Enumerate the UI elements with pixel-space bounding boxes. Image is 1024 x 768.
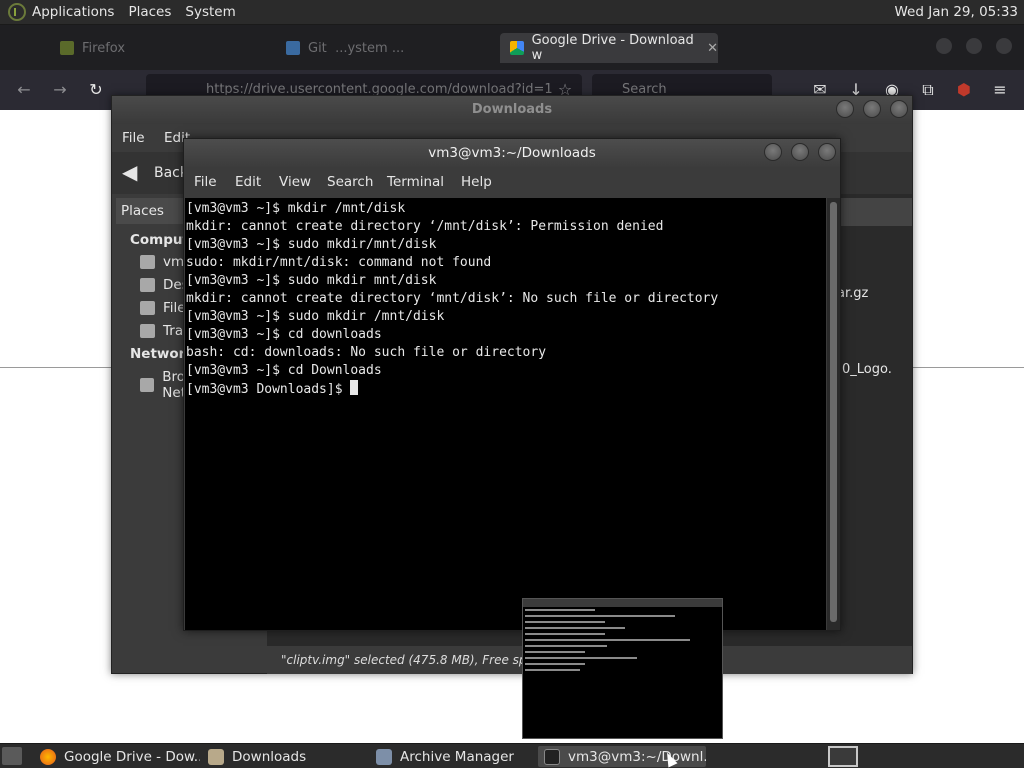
top-panel: Applications Places System Wed Jan 29, 0… xyxy=(0,0,1024,25)
preview-menubar xyxy=(523,599,722,607)
back-button[interactable]: ◀ Back xyxy=(122,162,188,184)
scrollbar[interactable] xyxy=(827,198,840,630)
drive-icon xyxy=(140,301,155,315)
menu-file[interactable]: File xyxy=(122,130,145,146)
preview-line xyxy=(525,639,690,641)
taskbar-item-archive-manager[interactable]: Archive Manager xyxy=(370,746,536,767)
system-menu[interactable]: System xyxy=(185,4,235,20)
file-item-label[interactable]: 0_Logo. xyxy=(842,362,892,377)
preview-line xyxy=(525,633,605,635)
preview-line xyxy=(525,627,625,629)
ublock-icon[interactable]: ⬢ xyxy=(954,80,974,100)
terminal-line: [vm3@vm3 ~]$ cd Downloads xyxy=(186,363,382,378)
tab-label: Firefox xyxy=(82,40,126,56)
preview-line xyxy=(525,657,637,659)
hamburger-menu-icon[interactable]: ≡ xyxy=(990,80,1010,100)
menu-edit[interactable]: Edit xyxy=(235,174,261,190)
terminal-line: [vm3@vm3 ~]$ mkdir /mnt/disk xyxy=(186,201,406,216)
preview-line xyxy=(525,609,595,611)
taskbar-item-terminal[interactable]: vm3@vm3:~/Downl... xyxy=(538,746,706,767)
network-icon xyxy=(140,378,155,392)
terminal-window: vm3@vm3:~/Downloads File Edit View Searc… xyxy=(183,138,841,631)
minimize-icon[interactable] xyxy=(836,100,854,118)
window-title[interactable]: Downloads xyxy=(112,96,912,124)
drive-favicon-icon xyxy=(286,41,300,55)
taskbar-item-downloads[interactable]: Downloads xyxy=(202,746,368,767)
tab-favicon-icon xyxy=(60,41,74,55)
preview-line xyxy=(525,669,580,671)
forward-arrow-icon[interactable]: → xyxy=(50,80,70,100)
tab-label: ...ystem ... xyxy=(335,40,405,56)
close-tab-icon[interactable]: ✕ xyxy=(707,41,718,56)
trash-icon xyxy=(140,324,155,338)
google-drive-icon xyxy=(510,41,524,55)
menu-view[interactable]: View xyxy=(279,174,311,190)
terminal-output[interactable]: [vm3@vm3 ~]$ mkdir /mnt/disk mkdir: cann… xyxy=(185,198,826,630)
back-arrow-icon: ◀ xyxy=(122,160,138,184)
terminal-line: [vm3@vm3 ~]$ sudo mkdir /mnt/disk xyxy=(186,309,445,324)
terminal-line: [vm3@vm3 ~]$ sudo mkdir mnt/disk xyxy=(186,273,437,288)
close-icon[interactable] xyxy=(818,143,836,161)
desktop-icon xyxy=(140,278,155,292)
tab-firefox[interactable]: Firefox xyxy=(50,33,250,63)
taskbar-item-label: vm3@vm3:~/Downl... xyxy=(568,748,706,765)
close-window-icon[interactable] xyxy=(996,38,1012,54)
preview-line xyxy=(525,615,675,617)
firefox-tab-strip: Firefox Git ...ystem ... Google Drive - … xyxy=(0,25,1024,70)
terminal-line: [vm3@vm3 ~]$ cd downloads xyxy=(186,327,382,342)
preview-line xyxy=(525,663,585,665)
terminal-line: [vm3@vm3 ~]$ sudo mkdir/mnt/disk xyxy=(186,237,437,252)
file-item-label[interactable]: ar.gz xyxy=(837,286,868,301)
minimize-icon[interactable] xyxy=(936,38,952,54)
back-arrow-icon[interactable]: ← xyxy=(14,80,34,100)
places-menu[interactable]: Places xyxy=(128,4,171,20)
tab-git[interactable]: Git ...ystem ... xyxy=(276,33,486,63)
maximize-icon[interactable] xyxy=(791,143,809,161)
menu-help[interactable]: Help xyxy=(461,174,492,190)
terminal-line: sudo: mkdir/mnt/disk: command not found xyxy=(186,255,492,270)
applications-menu[interactable]: Applications xyxy=(32,4,114,20)
folder-icon xyxy=(208,748,224,765)
firefox-icon xyxy=(40,748,56,765)
taskbar-item-label: Google Drive - Dow... xyxy=(64,748,200,765)
maximize-icon[interactable] xyxy=(966,38,982,54)
archive-icon xyxy=(376,748,392,765)
terminal-prompt: [vm3@vm3 Downloads]$ xyxy=(186,382,351,397)
terminal-line: mkdir: cannot create directory ‘/mnt/dis… xyxy=(186,219,664,234)
tab-label: Git xyxy=(308,40,327,56)
menu-terminal[interactable]: Terminal xyxy=(387,174,444,190)
menu-bar: File Edit View Search Terminal Help xyxy=(184,167,840,197)
terminal-icon xyxy=(544,748,560,765)
distro-logo-icon[interactable] xyxy=(8,3,26,21)
taskbar: Google Drive - Dow... Downloads Archive … xyxy=(0,743,1024,768)
show-desktop-icon[interactable] xyxy=(2,747,22,765)
taskbar-item-label: Downloads xyxy=(232,748,307,765)
preview-line xyxy=(525,621,605,623)
tab-label: Google Drive - Download w xyxy=(531,33,694,63)
reload-icon[interactable]: ↻ xyxy=(86,80,106,100)
clock[interactable]: Wed Jan 29, 05:33 xyxy=(895,4,1019,20)
menu-search[interactable]: Search xyxy=(327,174,373,190)
preview-line xyxy=(525,651,585,653)
taskbar-item-firefox[interactable]: Google Drive - Dow... xyxy=(34,746,200,767)
maximize-icon[interactable] xyxy=(863,100,881,118)
text-cursor xyxy=(350,380,359,395)
taskbar-item-label: Archive Manager xyxy=(400,748,514,765)
tab-google-drive[interactable]: Google Drive - Download w ✕ xyxy=(500,33,718,63)
home-folder-icon xyxy=(140,255,155,269)
minimize-icon[interactable] xyxy=(764,143,782,161)
workspace-switcher[interactable] xyxy=(828,746,858,767)
scrollbar-thumb[interactable] xyxy=(830,202,837,622)
preview-line xyxy=(525,645,607,647)
terminal-line: mkdir: cannot create directory ‘mnt/disk… xyxy=(186,291,719,306)
menu-file[interactable]: File xyxy=(194,174,217,190)
window-preview-thumbnail[interactable] xyxy=(522,598,723,739)
close-icon[interactable] xyxy=(890,100,908,118)
window-title[interactable]: vm3@vm3:~/Downloads xyxy=(184,139,840,167)
terminal-line: bash: cd: downloads: No such file or dir… xyxy=(186,345,547,360)
extensions-icon[interactable]: ⧉ xyxy=(918,80,938,100)
